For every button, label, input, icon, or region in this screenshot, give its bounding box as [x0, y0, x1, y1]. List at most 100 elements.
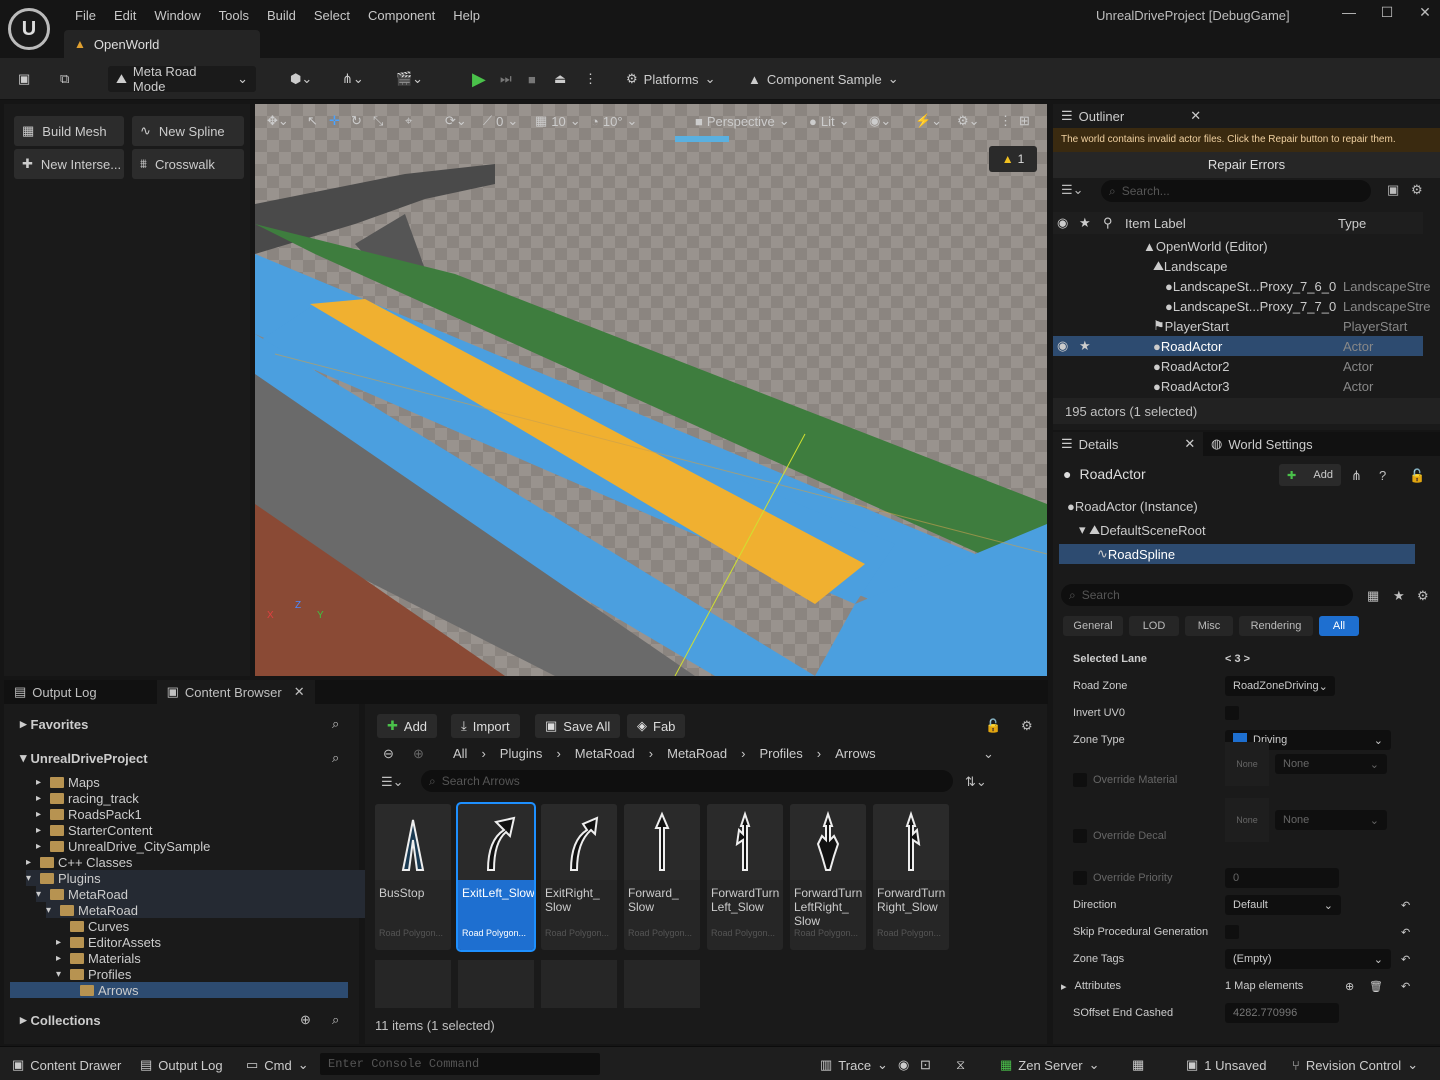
expand-arrow-icon[interactable]: ▾ [46, 905, 56, 916]
crumb-all[interactable]: All [453, 746, 467, 761]
reset-icon[interactable]: ↶ [1401, 953, 1410, 966]
screenshot-icon[interactable]: ⊡ [920, 1055, 931, 1075]
perspective-dropdown[interactable]: ■ Perspective ⌄ [695, 110, 790, 132]
reset-icon[interactable]: ↶ [1401, 926, 1410, 939]
angle-snap[interactable]: ⟋ 0 ⌄ [483, 110, 518, 132]
decal-thumbnail[interactable]: None [1225, 798, 1269, 842]
blueprint-icon[interactable]: ⋔⌄ [342, 66, 364, 92]
search-icon[interactable]: ⌕ [332, 716, 339, 732]
expand-arrow-icon[interactable]: ▾ [56, 969, 66, 980]
minimize-button[interactable]: — [1330, 4, 1368, 21]
project-header[interactable]: ▾ UnrealDriveProject [20, 750, 148, 766]
menu-window[interactable]: Window [145, 6, 209, 25]
performance-icon[interactable]: ⚡⌄ [915, 110, 942, 132]
asset-tile[interactable]: ForwardTurn Right_Slow Road Polygon... [873, 804, 949, 950]
add-element-icon[interactable]: ⊕ [1345, 980, 1354, 993]
pin-icon[interactable]: ★ [1079, 338, 1091, 354]
table-view-icon[interactable]: ▦ [1367, 588, 1379, 604]
translate-icon[interactable]: ✛ [329, 110, 340, 132]
folder-item[interactable]: ▾ MetaRoad [46, 902, 366, 918]
override-material-checkbox[interactable] [1073, 773, 1087, 787]
direction-dropdown[interactable]: Default ⌄ [1225, 895, 1341, 915]
rotation-snap[interactable]: ◔ 10° ⌄ [591, 110, 637, 132]
menu-build[interactable]: Build [258, 6, 305, 25]
lit-dropdown[interactable]: ● Lit ⌄ [809, 110, 850, 132]
category-general[interactable]: General [1063, 616, 1123, 636]
expand-arrow-icon[interactable]: ▾ [36, 889, 46, 900]
forward-icon[interactable]: ⊕ [413, 746, 424, 762]
asset-tile-partial[interactable] [458, 960, 534, 1008]
close-icon[interactable]: ✕ [1190, 108, 1201, 124]
world-settings-tab[interactable]: ◍ World Settings [1203, 432, 1440, 456]
outliner-row[interactable]: ● RoadActor2 Actor [1053, 356, 1423, 376]
details-search-input[interactable]: ⌕ Search [1061, 584, 1353, 606]
folder-item[interactable]: ▾ Profiles [56, 966, 366, 982]
folder-item[interactable]: Arrows [10, 982, 348, 998]
folder-item[interactable]: ▸ C++ Classes [26, 854, 366, 870]
layout-icon[interactable]: ⊞ [1019, 110, 1030, 132]
selected-lane-value[interactable]: < 3 > [1225, 649, 1250, 669]
skip-procedural-checkbox[interactable] [1225, 925, 1239, 939]
folder-item[interactable]: ▾ MetaRoad [36, 886, 366, 902]
mode-dropdown[interactable]: ⛰ Meta Road Mode ⌄ [108, 64, 256, 94]
outliner-row[interactable]: ⛰ Landscape [1053, 256, 1423, 276]
cmd-dropdown[interactable]: ▭ Cmd ⌄ [246, 1055, 309, 1075]
unsaved-button[interactable]: ▣ 1 Unsaved [1186, 1055, 1266, 1075]
settings-icon[interactable]: ⚙ [1417, 588, 1429, 604]
content-search-input[interactable]: ⌕ Search Arrows [421, 770, 953, 792]
asset-tile[interactable]: ExitRight_ Slow Road Polygon... [541, 804, 617, 950]
menu-tools[interactable]: Tools [210, 6, 258, 25]
back-icon[interactable]: ⊖ [383, 746, 394, 762]
outliner-search-input[interactable]: ⌕ Search... [1101, 180, 1371, 202]
soffset-input[interactable]: 4282.770996 [1225, 1003, 1339, 1023]
lock-icon[interactable]: 🔓 [985, 718, 1001, 734]
maximize-button[interactable]: ☐ [1368, 4, 1406, 21]
revision-control-dropdown[interactable]: ⑂ Revision Control ⌄ [1292, 1055, 1418, 1075]
menu-file[interactable]: File [66, 6, 105, 25]
lock-icon[interactable]: 🔓 [1409, 468, 1425, 484]
save-all-button[interactable]: ▣ Save All [535, 714, 621, 738]
outliner-row[interactable]: ▲ OpenWorld (Editor) [1053, 236, 1423, 256]
crumb-metaroad-sub[interactable]: MetaRoad [667, 746, 727, 761]
search-icon[interactable]: ⌕ [332, 1012, 339, 1028]
details-tab[interactable]: ☰ Details ✕ [1053, 432, 1195, 456]
repair-errors-button[interactable]: Repair Errors [1053, 152, 1440, 178]
collections-header[interactable]: ▸ Collections [20, 1012, 101, 1028]
settings-icon[interactable]: ⚙⌄ [957, 110, 980, 132]
category-misc[interactable]: Misc [1185, 616, 1233, 636]
sort-icon[interactable]: ⇅⌄ [965, 774, 987, 790]
add-folder-icon[interactable]: ▣ [1387, 182, 1399, 198]
delete-icon[interactable]: 🗑 [1369, 980, 1383, 993]
crumb-profiles[interactable]: Profiles [759, 746, 802, 761]
pin-icon[interactable]: ★ [1079, 215, 1091, 231]
expand-arrow-icon[interactable]: ▾ [26, 873, 36, 884]
zen-server-dropdown[interactable]: ▦ Zen Server ⌄ [1000, 1055, 1100, 1075]
folder-item[interactable]: ▸ racing_track [36, 790, 366, 806]
network-icon[interactable]: ▦ [1132, 1055, 1144, 1075]
output-log-tab[interactable]: ▤ Output Log [4, 680, 107, 704]
folder-item[interactable]: ▸ StarterContent [36, 822, 366, 838]
menu-help[interactable]: Help [444, 6, 489, 25]
folder-item[interactable]: ▸ UnrealDrive_CitySample [36, 838, 366, 854]
grid-snap[interactable]: ▦ 10 ⌄ [535, 110, 581, 132]
output-log-button[interactable]: ▤ Output Log [140, 1055, 223, 1075]
cinematics-icon[interactable]: 🎬⌄ [396, 66, 423, 92]
expand-arrow-icon[interactable]: ▸ [56, 937, 66, 948]
viewport-warning-badge[interactable]: ▲ 1 [989, 146, 1037, 172]
rotate-icon[interactable]: ↻ [351, 110, 362, 132]
unreal-logo-icon[interactable]: U [8, 8, 50, 50]
asset-tile[interactable]: BusStop Road Polygon... [375, 804, 451, 950]
favorites-icon[interactable]: ★ [1393, 588, 1405, 604]
visibility-icon[interactable]: ◉ [1057, 338, 1068, 354]
reset-icon[interactable]: ↶ [1401, 899, 1410, 912]
asset-tile[interactable]: ExitLeft_Slow Road Polygon... [456, 802, 536, 952]
override-priority-input[interactable]: 0 [1225, 868, 1339, 888]
add-button[interactable]: ✚ Add [377, 714, 438, 738]
show-icon[interactable]: ◉⌄ [869, 110, 891, 132]
road-zone-dropdown[interactable]: RoadZoneDriving ⌄ [1225, 676, 1335, 696]
component-row-selected[interactable]: ∿ RoadSpline [1059, 544, 1415, 564]
outliner-row[interactable]: ⚑ PlayerStart PlayerStart [1053, 316, 1423, 336]
settings-icon[interactable]: ⚙ [1021, 718, 1033, 734]
history-dropdown-icon[interactable]: ⌄ [983, 746, 994, 762]
outliner-row[interactable]: ● LandscapeSt...Proxy_7_6_0 LandscapeStre [1053, 276, 1430, 296]
